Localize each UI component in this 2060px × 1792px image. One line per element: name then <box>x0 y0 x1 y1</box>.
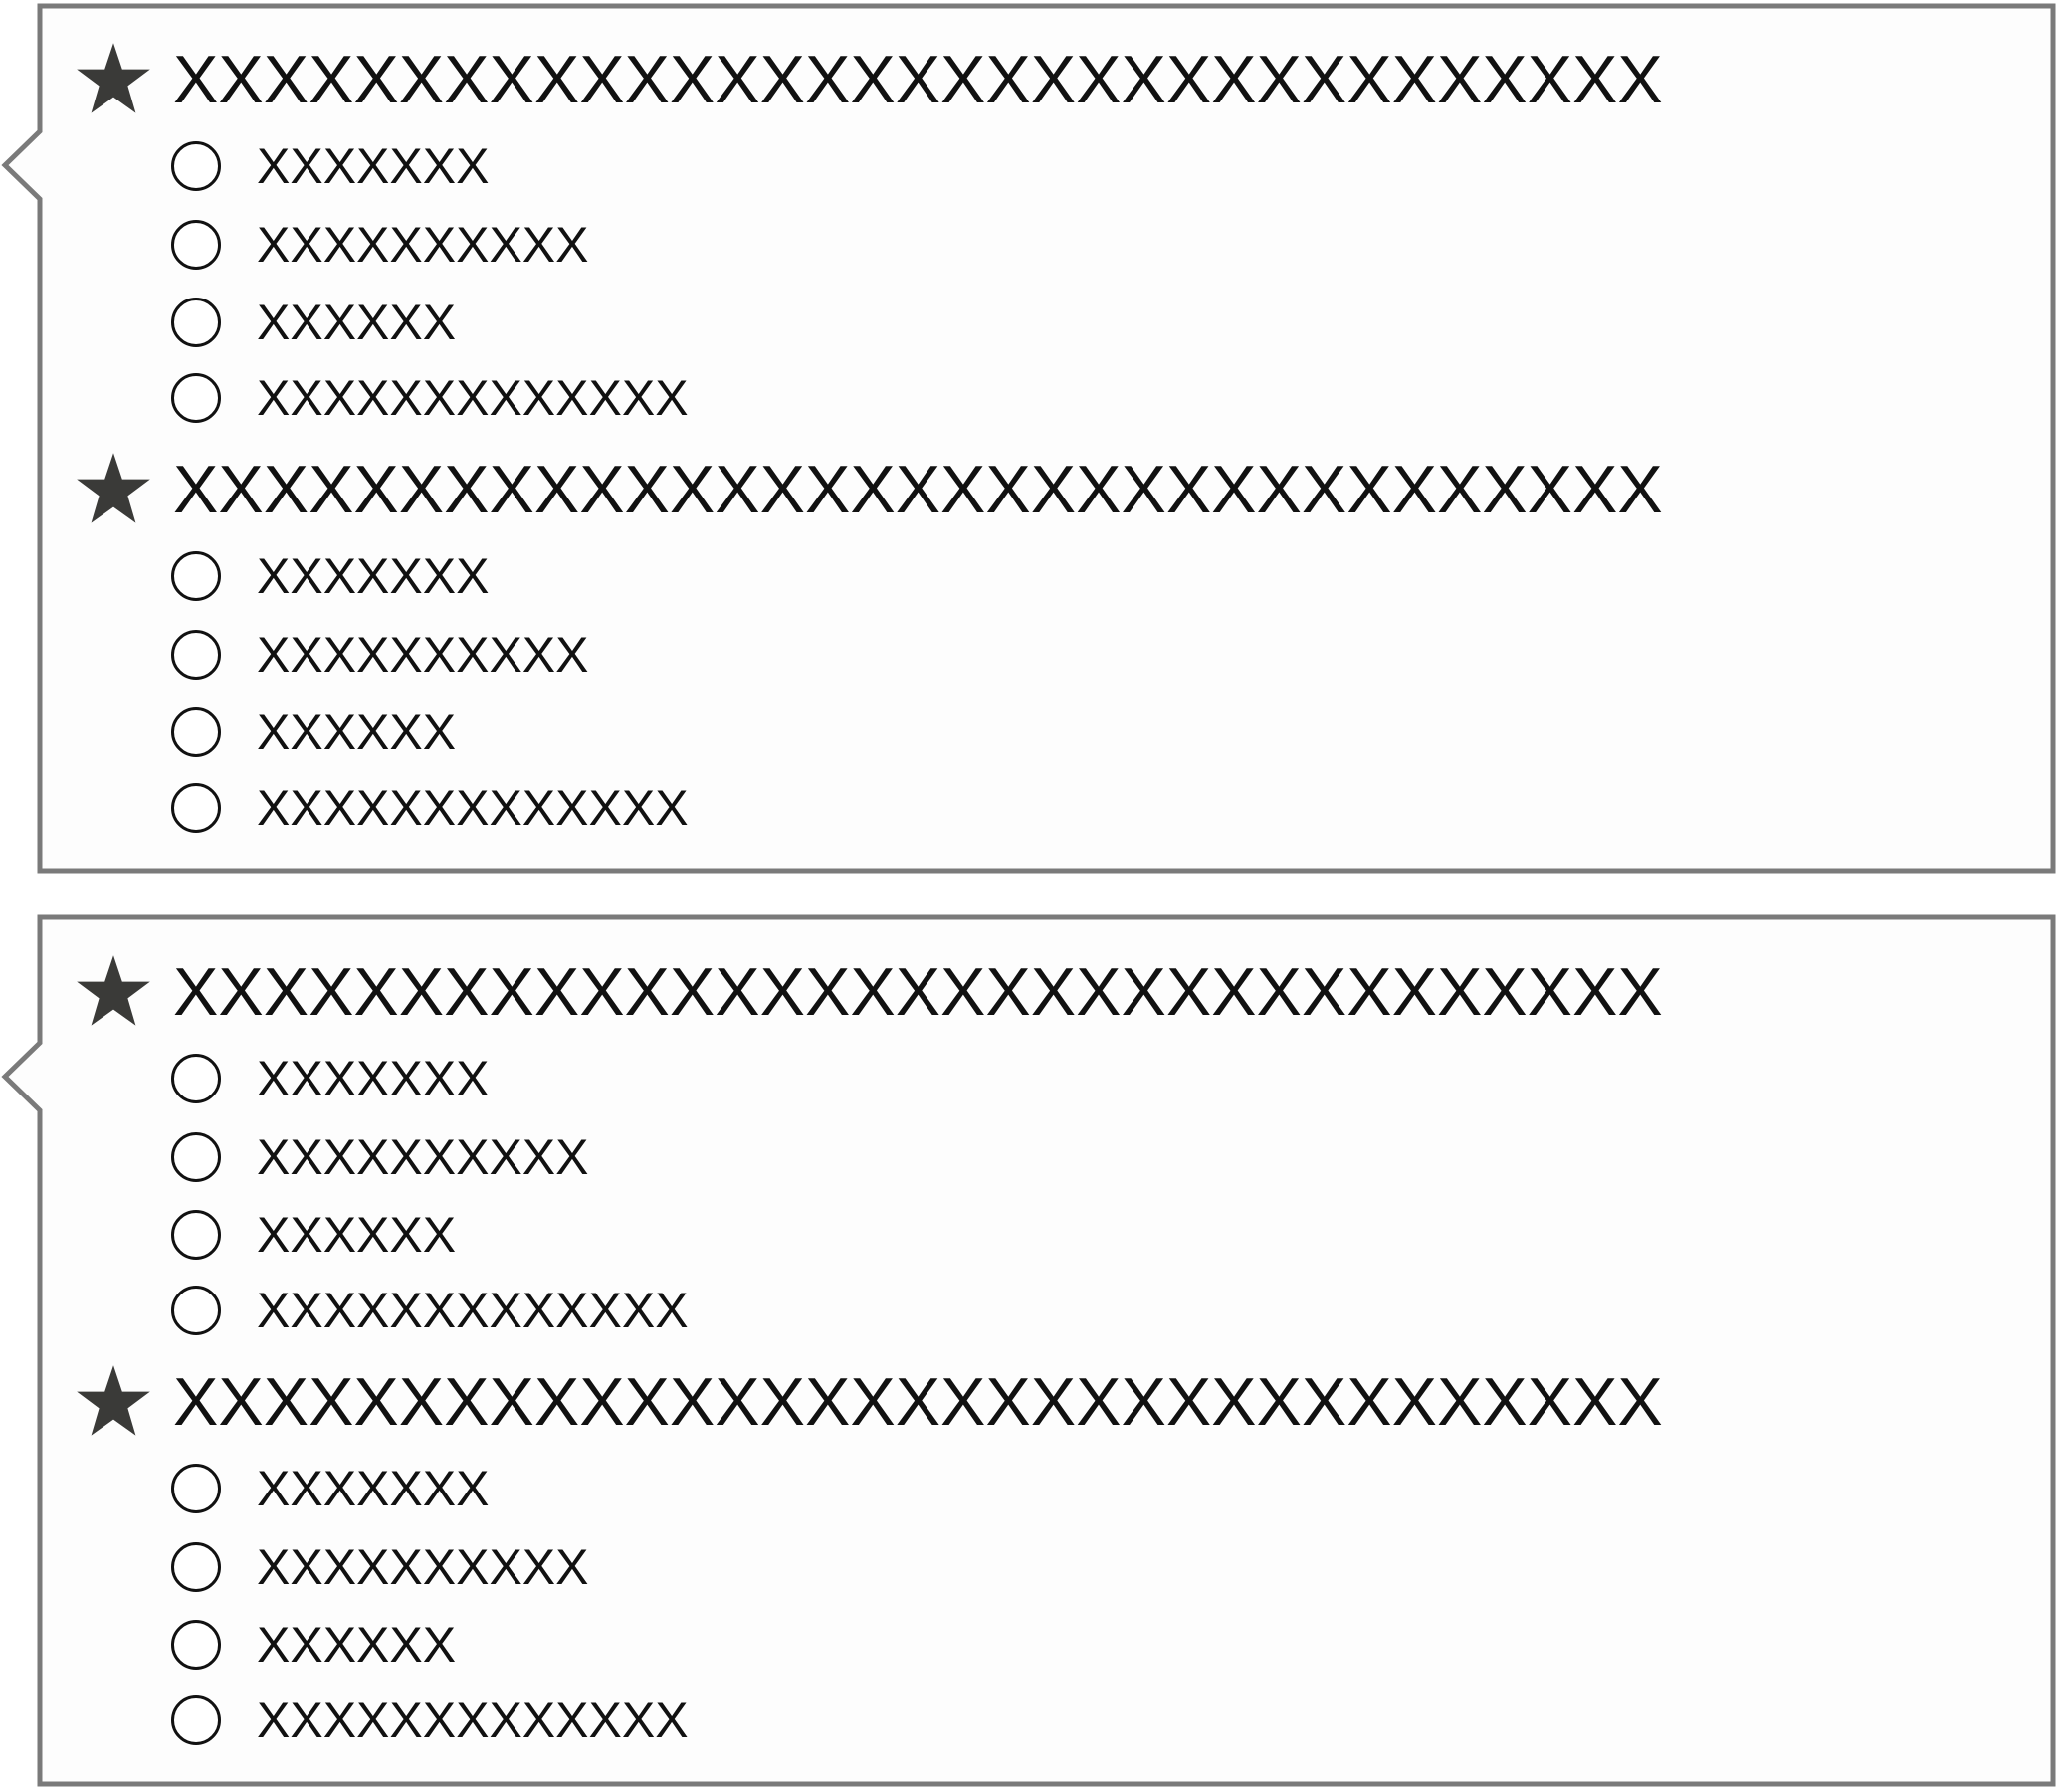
radio-circle-icon[interactable] <box>171 630 221 680</box>
group-heading: XXXXXXXXXXXXXXXXXXXXXXXXXXXXXXXXX <box>74 1362 1663 1442</box>
radio-option-label: XXXXXX <box>257 1617 457 1673</box>
radio-option-label: XXXXXXXXXXXXX <box>257 780 689 836</box>
radio-option[interactable]: XXXXXX <box>171 1614 456 1676</box>
callout-panel-2: XXXXXXXXXXXXXXXXXXXXXXXXXXXXXXXXX XXXXXX… <box>0 911 2060 1792</box>
radio-option-label: XXXXXXXXXXXXX <box>257 1283 689 1338</box>
group-heading: XXXXXXXXXXXXXXXXXXXXXXXXXXXXXXXXX <box>74 952 1663 1032</box>
group-title: XXXXXXXXXXXXXXXXXXXXXXXXXXXXXXXXX <box>173 42 1663 117</box>
radio-option[interactable]: XXXXXX <box>171 292 456 353</box>
star-icon <box>77 43 150 113</box>
radio-option-label: XXXXXX <box>257 1207 457 1263</box>
radio-option-label: XXXXXXXXXX <box>257 627 589 683</box>
radio-option-label: XXXXXXXXXXXXX <box>257 1692 689 1748</box>
group-title: XXXXXXXXXXXXXXXXXXXXXXXXXXXXXXXXX <box>173 954 1663 1030</box>
radio-option[interactable]: XXXXXXXXXXXXX <box>171 367 689 429</box>
star-icon <box>77 955 150 1026</box>
radio-option[interactable]: XXXXXXXXXX <box>171 624 589 686</box>
radio-option-label: XXXXXXX <box>257 138 490 194</box>
radio-circle-icon[interactable] <box>171 1286 221 1335</box>
radio-option[interactable]: XXXXXXX <box>171 1048 489 1109</box>
radio-circle-icon[interactable] <box>171 298 221 347</box>
radio-option[interactable]: XXXXXXX <box>171 1458 489 1519</box>
radio-option[interactable]: XXXXXX <box>171 701 456 763</box>
callout-panel-1: XXXXXXXXXXXXXXXXXXXXXXXXXXXXXXXXX XXXXXX… <box>0 0 2060 881</box>
radio-option-label: XXXXXX <box>257 704 457 760</box>
radio-circle-icon[interactable] <box>171 783 221 833</box>
radio-option-label: XXXXXXX <box>257 1461 490 1516</box>
radio-option[interactable]: XXXXXXX <box>171 545 489 607</box>
radio-circle-icon[interactable] <box>171 1464 221 1513</box>
radio-circle-icon[interactable] <box>171 1132 221 1182</box>
radio-circle-icon[interactable] <box>171 1210 221 1260</box>
star-icon <box>77 1365 150 1436</box>
radio-option[interactable]: XXXXXXX <box>171 135 489 197</box>
radio-circle-icon[interactable] <box>171 141 221 191</box>
radio-option-label: XXXXXXXXXX <box>257 1539 589 1595</box>
radio-option[interactable]: XXXXXXXXXX <box>171 214 589 276</box>
radio-option-label: XXXXXXX <box>257 1051 490 1106</box>
radio-option[interactable]: XXXXXXXXXXXXX <box>171 777 689 839</box>
group-heading: XXXXXXXXXXXXXXXXXXXXXXXXXXXXXXXXX <box>74 450 1663 529</box>
radio-circle-icon[interactable] <box>171 373 221 423</box>
radio-option-label: XXXXXXXXXX <box>257 217 589 273</box>
radio-circle-icon[interactable] <box>171 1620 221 1670</box>
radio-option[interactable]: XXXXXXXXXXXXX <box>171 1280 689 1341</box>
star-icon <box>77 453 150 523</box>
radio-circle-icon[interactable] <box>171 1542 221 1592</box>
radio-circle-icon[interactable] <box>171 1054 221 1103</box>
radio-option-label: XXXXXXXXXX <box>257 1129 589 1185</box>
radio-circle-icon[interactable] <box>171 220 221 270</box>
radio-option[interactable]: XXXXXX <box>171 1204 456 1266</box>
radio-option-label: XXXXXX <box>257 295 457 350</box>
radio-circle-icon[interactable] <box>171 551 221 601</box>
radio-circle-icon[interactable] <box>171 1695 221 1745</box>
group-heading: XXXXXXXXXXXXXXXXXXXXXXXXXXXXXXXXX <box>74 40 1663 119</box>
group-title: XXXXXXXXXXXXXXXXXXXXXXXXXXXXXXXXX <box>173 1364 1663 1440</box>
radio-option[interactable]: XXXXXXXXXX <box>171 1536 589 1598</box>
radio-option[interactable]: XXXXXXXXXX <box>171 1126 589 1188</box>
radio-option-label: XXXXXXX <box>257 548 490 604</box>
radio-option[interactable]: XXXXXXXXXXXXX <box>171 1690 689 1751</box>
group-title: XXXXXXXXXXXXXXXXXXXXXXXXXXXXXXXXX <box>173 452 1663 527</box>
radio-option-label: XXXXXXXXXXXXX <box>257 370 689 426</box>
radio-circle-icon[interactable] <box>171 707 221 757</box>
